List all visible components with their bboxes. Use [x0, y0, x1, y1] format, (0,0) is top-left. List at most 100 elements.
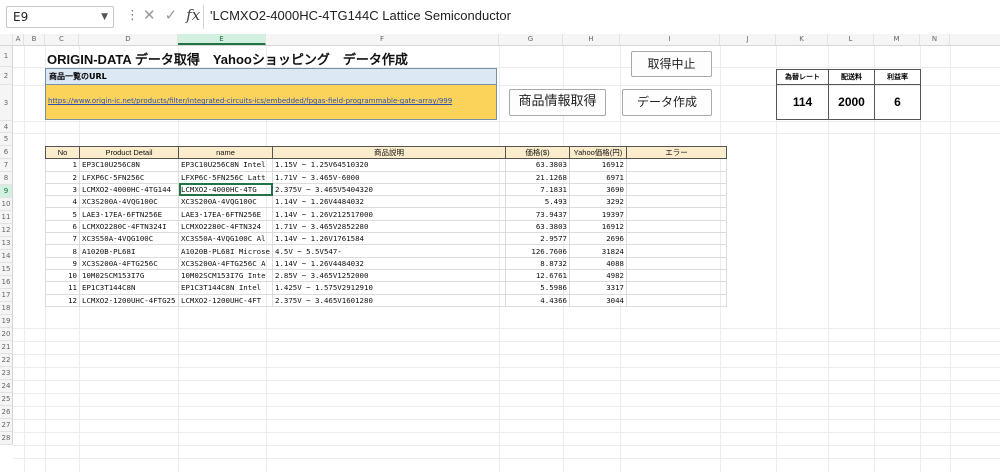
cell-error[interactable]: [626, 170, 727, 184]
cell-product-detail[interactable]: LFXP6C-5FN256C: [79, 170, 179, 184]
row-header[interactable]: 19: [0, 315, 13, 328]
cell-description[interactable]: 2.375V ~ 3.465V5404320: [272, 182, 506, 197]
more-options-icon[interactable]: ⋮: [126, 8, 139, 23]
row-header[interactable]: 10: [0, 198, 13, 211]
row-header[interactable]: 7: [0, 159, 13, 172]
row-header[interactable]: 15: [0, 263, 13, 276]
col-header-b[interactable]: B: [24, 34, 45, 45]
cell-error[interactable]: [626, 256, 727, 270]
select-all-corner[interactable]: [0, 34, 13, 45]
cell-product-detail[interactable]: 10M02SCM153I7G: [79, 268, 179, 283]
cell-product-detail[interactable]: LAE3-17EA-6FTN256E: [79, 207, 179, 221]
cell-product-detail[interactable]: XC3S50A-4VQG100C: [79, 232, 179, 246]
cell-name[interactable]: XC3S200A-4VQG100C: [178, 195, 273, 209]
row-header[interactable]: 12: [0, 224, 13, 237]
cell-yahoo-price[interactable]: 16912: [569, 219, 627, 234]
col-header-m[interactable]: M: [874, 34, 920, 45]
cell-error[interactable]: [626, 182, 727, 197]
cell-description[interactable]: 1.14V ~ 1.26V212517000: [272, 207, 506, 221]
cell-description[interactable]: 1.15V ~ 1.25V64510320: [272, 158, 506, 172]
row-header[interactable]: 27: [0, 419, 13, 432]
cell-product-detail[interactable]: A1020B-PL68I: [79, 244, 179, 258]
cell-no[interactable]: 6: [45, 219, 80, 234]
row-header[interactable]: 3: [0, 85, 13, 121]
row-header[interactable]: 2: [0, 67, 13, 85]
row-header[interactable]: 9: [0, 185, 13, 198]
cell-no[interactable]: 11: [45, 281, 80, 295]
cell-no[interactable]: 1: [45, 158, 80, 172]
enter-icon[interactable]: ✓: [165, 6, 178, 24]
cell-price-usd[interactable]: 5.493: [505, 195, 570, 209]
shipping-value[interactable]: 2000: [828, 84, 875, 120]
cell-description[interactable]: 1.71V ~ 3.465V-6000: [272, 170, 506, 184]
cell-yahoo-price[interactable]: 19397: [569, 207, 627, 221]
cell-price-usd[interactable]: 63.3803: [505, 158, 570, 172]
cell-no[interactable]: 12: [45, 293, 80, 307]
row-header[interactable]: 28: [0, 432, 13, 445]
cell-no[interactable]: 10: [45, 268, 80, 283]
cell-name[interactable]: 10M02SCM153I7G Inte: [178, 268, 273, 283]
cell-yahoo-price[interactable]: 3292: [569, 195, 627, 209]
col-header-f[interactable]: F: [266, 34, 499, 45]
cell-product-detail[interactable]: EP3C10U256C8N: [79, 158, 179, 172]
cell-product-detail[interactable]: XC3S200A-4FTG256C: [79, 256, 179, 270]
stop-button[interactable]: 取得中止: [631, 51, 712, 77]
row-header[interactable]: 18: [0, 302, 13, 315]
row-header[interactable]: 5: [0, 133, 13, 146]
cell-price-usd[interactable]: 21.1268: [505, 170, 570, 184]
formula-input[interactable]: 'LCMXO2-4000HC-4TG144C Lattice Semicondu…: [210, 8, 511, 23]
cell-description[interactable]: 4.5V ~ 5.5V547-: [272, 244, 506, 258]
cell-yahoo-price[interactable]: 31824: [569, 244, 627, 258]
cell-error[interactable]: [626, 293, 727, 307]
col-header-k[interactable]: K: [776, 34, 828, 45]
row-header[interactable]: 20: [0, 328, 13, 341]
col-header-l[interactable]: L: [828, 34, 874, 45]
exchange-rate-value[interactable]: 114: [776, 84, 829, 120]
url-cell[interactable]: https://www.origin-ic.net/products/filte…: [45, 85, 497, 120]
cell-name[interactable]: LCMXO2-4000HC-4TG: [178, 182, 273, 197]
cell-no[interactable]: 8: [45, 244, 80, 258]
col-header-a[interactable]: A: [13, 34, 24, 45]
row-header[interactable]: 6: [0, 146, 13, 159]
row-header[interactable]: 25: [0, 393, 13, 406]
cell-price-usd[interactable]: 2.9577: [505, 232, 570, 246]
cell-name[interactable]: LCMXO2280C-4FTN324: [178, 219, 273, 234]
chevron-down-icon[interactable]: ▼: [101, 7, 108, 27]
row-header[interactable]: 23: [0, 367, 13, 380]
cell-error[interactable]: [626, 195, 727, 209]
cell-price-usd[interactable]: 63.3803: [505, 219, 570, 234]
cell-product-detail[interactable]: XC3S200A-4VQG100C: [79, 195, 179, 209]
row-header[interactable]: 1: [0, 46, 13, 67]
cell-product-detail[interactable]: EP1C3T144C8N: [79, 281, 179, 295]
row-header[interactable]: 26: [0, 406, 13, 419]
cell-description[interactable]: 1.71V ~ 3.465V2852280: [272, 219, 506, 234]
cell-product-detail[interactable]: LCMXO2280C-4FTN324I: [79, 219, 179, 234]
cell-error[interactable]: [626, 244, 727, 258]
cell-no[interactable]: 4: [45, 195, 80, 209]
row-header[interactable]: 16: [0, 276, 13, 289]
cell-price-usd[interactable]: 4.4366: [505, 293, 570, 307]
cell-no[interactable]: 3: [45, 182, 80, 197]
cell-error[interactable]: [626, 219, 727, 234]
col-header-i[interactable]: I: [620, 34, 720, 45]
cell-yahoo-price[interactable]: 2696: [569, 232, 627, 246]
row-header[interactable]: 13: [0, 237, 13, 250]
create-data-button[interactable]: データ作成: [622, 89, 712, 116]
cell-name[interactable]: XC3S200A-4FTG256C A: [178, 256, 273, 270]
cell-yahoo-price[interactable]: 6971: [569, 170, 627, 184]
cell-price-usd[interactable]: 5.5986: [505, 281, 570, 295]
cell-description[interactable]: 1.14V ~ 1.26V4484032: [272, 256, 506, 270]
get-product-button[interactable]: 商品情報取得: [509, 89, 606, 116]
cell-no[interactable]: 5: [45, 207, 80, 221]
url-link[interactable]: https://www.origin-ic.net/products/filte…: [48, 97, 452, 105]
cell-description[interactable]: 2.85V ~ 3.465V1252000: [272, 268, 506, 283]
col-header-c[interactable]: C: [45, 34, 79, 45]
cell-name[interactable]: A1020B-PL68I Microse: [178, 244, 273, 258]
cell-error[interactable]: [626, 207, 727, 221]
cell-no[interactable]: 7: [45, 232, 80, 246]
cell-product-detail[interactable]: LCMXO2-1200UHC-4FTG25: [79, 293, 179, 307]
cell-yahoo-price[interactable]: 3044: [569, 293, 627, 307]
cell-name[interactable]: LAE3-17EA-6FTN256E: [178, 207, 273, 221]
row-header[interactable]: 14: [0, 250, 13, 263]
col-header-e[interactable]: E: [178, 34, 266, 45]
